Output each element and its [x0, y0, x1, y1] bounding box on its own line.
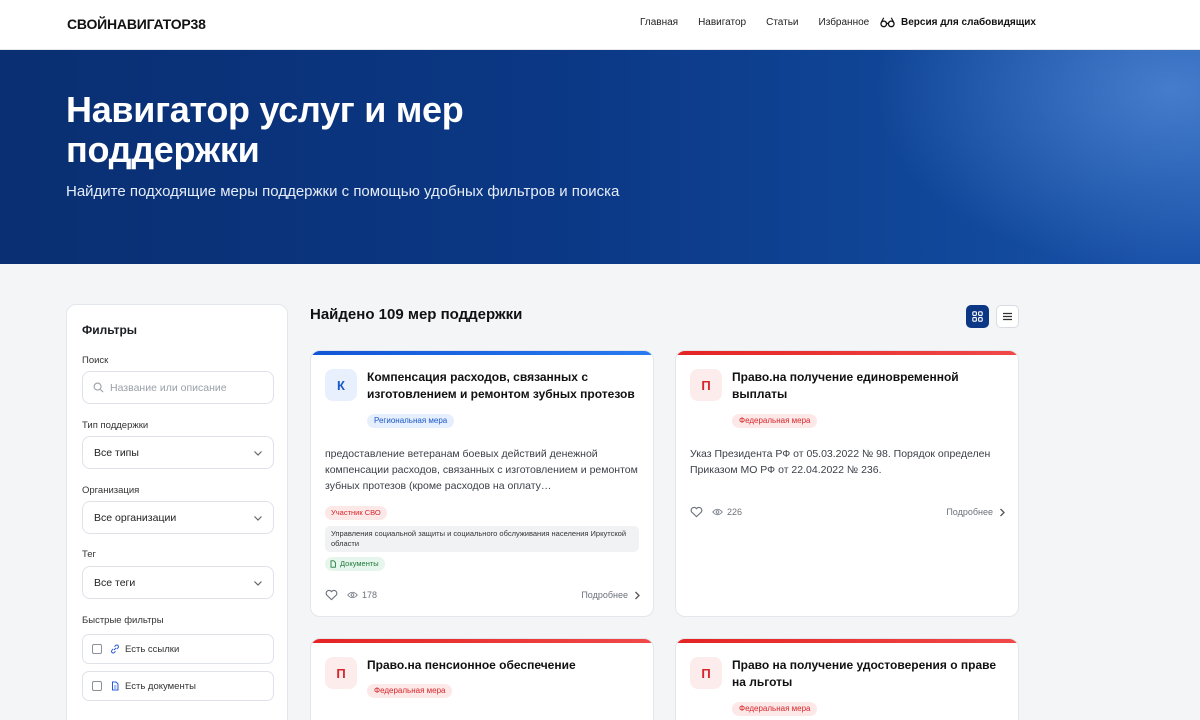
links-checkbox[interactable]	[92, 644, 102, 654]
card-badge: П	[325, 657, 357, 689]
filters-title: Фильтры	[82, 323, 138, 337]
filters-panel: Фильтры Поиск Название или описание Тип …	[66, 304, 288, 720]
eye-icon	[712, 508, 723, 516]
support-card[interactable]: П Право на получение удостоверения о пра…	[675, 638, 1019, 720]
document-icon	[112, 681, 119, 691]
hero-banner: Навигатор услуг и мер поддержки Найдите …	[0, 50, 1200, 264]
quick-filter-links[interactable]: Есть ссылки	[82, 634, 274, 664]
card-docs-label: Документы	[340, 559, 379, 568]
card-organization: Управления социальной защиты и социально…	[325, 526, 639, 552]
card-more-link[interactable]: Подробнее	[581, 590, 641, 600]
nav-item-navigator[interactable]: Навигатор	[698, 17, 746, 28]
card-more-label: Подробнее	[581, 590, 628, 600]
quick-filter-documents[interactable]: Есть документы	[82, 671, 274, 701]
chevron-down-icon	[254, 516, 262, 521]
tag-select-value: Все теги	[94, 576, 136, 589]
card-views: 178	[362, 590, 378, 600]
card-more-label: Подробнее	[946, 507, 993, 517]
support-card[interactable]: К Компенсация расходов, связанных с изго…	[310, 350, 654, 617]
chevron-down-icon	[254, 581, 262, 586]
results-count: Найдено 109 мер поддержки	[310, 306, 523, 323]
card-kind-badge: Региональная мера	[367, 414, 455, 428]
site-header: СВОЙНАВИГАТОР38 Главная Навигатор Статьи…	[0, 0, 1200, 50]
type-select-value: Все типы	[94, 446, 139, 459]
heart-icon[interactable]	[325, 589, 338, 601]
card-accent-bar	[676, 639, 1018, 643]
heart-icon[interactable]	[690, 506, 703, 518]
org-label: Организация	[82, 485, 140, 496]
document-icon	[330, 560, 336, 568]
grid-view-icon	[972, 311, 983, 322]
card-badge: К	[325, 369, 357, 401]
card-accent-bar	[311, 351, 653, 355]
card-badge: П	[690, 657, 722, 689]
main-nav: Главная Навигатор Статьи Избранное	[640, 17, 869, 28]
page-title: Навигатор услуг и мер поддержки	[66, 89, 464, 170]
page-subtitle: Найдите подходящие меры поддержки с помо…	[66, 183, 620, 200]
search-input[interactable]: Название или описание	[82, 371, 274, 404]
card-kind-badge: Федеральная мера	[732, 414, 818, 428]
card-kind-badge: Федеральная мера	[367, 684, 453, 698]
link-icon	[111, 644, 119, 654]
glasses-icon	[880, 17, 895, 28]
search-icon	[93, 382, 104, 393]
card-title[interactable]: Право.на пенсионное обеспечение	[367, 657, 639, 674]
quick-filter-links-label: Есть ссылки	[125, 643, 180, 655]
list-view-icon	[1003, 312, 1012, 321]
quick-filter-documents-label: Есть документы	[125, 680, 196, 692]
nav-item-home[interactable]: Главная	[640, 17, 678, 28]
support-card[interactable]: П Право.на получение единовременной выпл…	[675, 350, 1019, 617]
org-select[interactable]: Все организации	[82, 501, 274, 534]
card-kind-badge: Федеральная мера	[732, 702, 818, 716]
chevron-down-icon	[254, 451, 262, 456]
card-title[interactable]: Право на получение удостоверения о праве…	[732, 657, 1004, 691]
card-footer: 226 Подробнее	[690, 505, 1006, 519]
nav-item-favorites[interactable]: Избранное	[819, 17, 870, 28]
card-docs-tag: Документы	[325, 557, 385, 571]
chevron-right-icon	[1000, 508, 1005, 516]
card-description: Указ Президента РФ от 05.03.2022 № 98. П…	[690, 448, 991, 476]
card-description: предоставление ветеранам боевых действий…	[325, 448, 638, 492]
type-label: Тип поддержки	[82, 420, 149, 431]
accessibility-label: Версия для слабовидящих	[901, 16, 1036, 28]
card-accent-bar	[676, 351, 1018, 355]
card-accent-bar	[311, 639, 653, 643]
list-view-button[interactable]	[996, 305, 1019, 328]
card-title[interactable]: Компенсация расходов, связанных с изгото…	[367, 369, 639, 403]
support-card[interactable]: П Право.на пенсионное обеспечение Федера…	[310, 638, 654, 720]
search-placeholder: Название или описание	[110, 381, 227, 394]
card-footer: 178 Подробнее	[325, 588, 641, 602]
type-select[interactable]: Все типы	[82, 436, 274, 469]
card-badge: П	[690, 369, 722, 401]
eye-icon	[347, 591, 358, 599]
org-select-value: Все организации	[94, 511, 177, 524]
tag-select[interactable]: Все теги	[82, 566, 274, 599]
card-participant-tag: Участник СВО	[325, 506, 387, 520]
nav-item-articles[interactable]: Статьи	[766, 17, 798, 28]
grid-view-button[interactable]	[966, 305, 989, 328]
quick-filters-label: Быстрые фильтры	[82, 615, 164, 626]
site-logo[interactable]: СВОЙНАВИГАТОР38	[67, 16, 206, 32]
tag-label: Тег	[82, 549, 97, 560]
card-title[interactable]: Право.на получение единовременной выплат…	[732, 369, 1004, 403]
card-more-link[interactable]: Подробнее	[946, 507, 1006, 517]
accessibility-version-button[interactable]: Версия для слабовидящих	[880, 16, 1036, 28]
chevron-right-icon	[635, 591, 640, 599]
card-views: 226	[727, 507, 743, 517]
documents-checkbox[interactable]	[92, 681, 102, 691]
search-label: Поиск	[82, 355, 109, 366]
